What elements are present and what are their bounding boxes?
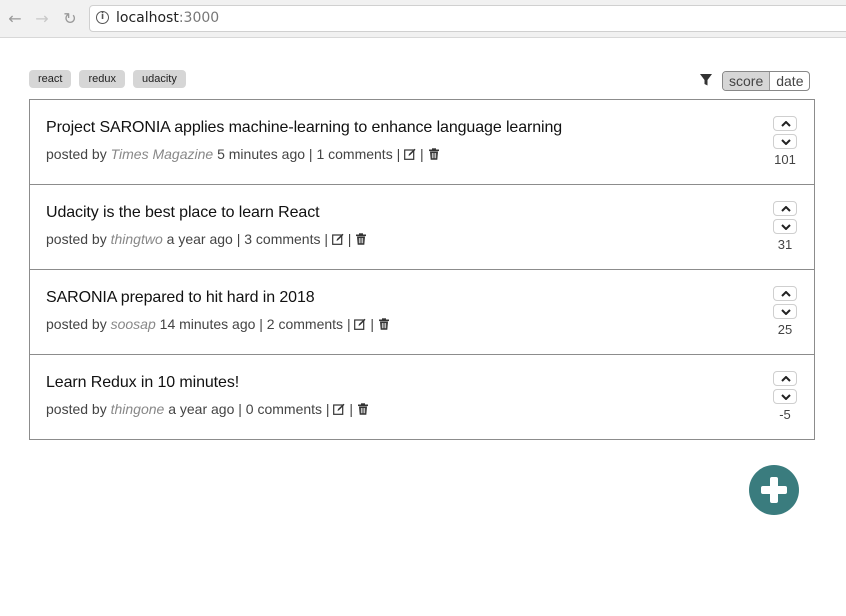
sort-toggle: score date: [722, 71, 811, 91]
reload-icon[interactable]: ↻: [60, 9, 80, 29]
upvote-button[interactable]: [773, 286, 797, 301]
post-time-comments: a year ago | 0 comments |: [164, 401, 334, 417]
delete-icon[interactable]: [428, 148, 440, 160]
sort-score-button[interactable]: score: [723, 72, 771, 90]
post-title[interactable]: Learn Redux in 10 minutes!: [46, 374, 239, 392]
post-title[interactable]: Udacity is the best place to learn React: [46, 204, 320, 222]
posted-by-label: posted by: [46, 316, 111, 332]
back-arrow-icon[interactable]: ←: [5, 9, 25, 29]
upvote-button[interactable]: [773, 201, 797, 216]
post-item: Udacity is the best place to learn React…: [30, 185, 814, 270]
tag-redux[interactable]: redux: [79, 70, 125, 88]
filter-icon[interactable]: [699, 73, 713, 87]
vote-score: 31: [777, 237, 793, 252]
edit-icon[interactable]: [332, 233, 344, 245]
post-title[interactable]: SARONIA prepared to hit hard in 2018: [46, 289, 315, 307]
tag-react[interactable]: react: [29, 70, 72, 88]
post-time-comments: a year ago | 3 comments |: [162, 231, 332, 247]
chevron-down-icon: [781, 394, 791, 400]
vote-score: 25: [777, 322, 793, 337]
post-time-comments: 5 minutes ago | 1 comments |: [213, 146, 405, 162]
vote-control: 101: [771, 116, 799, 167]
vote-control: -5: [771, 371, 799, 422]
chevron-down-icon: [781, 309, 791, 315]
tag-udacity[interactable]: udacity: [133, 70, 186, 88]
post-author: soosap: [110, 316, 156, 332]
vote-score: -5: [779, 407, 791, 422]
post-meta: posted by thingone a year ago | 0 commen…: [46, 401, 369, 417]
vote-score: 101: [774, 152, 796, 167]
post-author: Times Magazine: [110, 146, 214, 162]
upvote-button[interactable]: [773, 116, 797, 131]
post-item: Learn Redux in 10 minutes! posted by thi…: [30, 355, 814, 439]
browser-toolbar: ← → ↻ i localhost:3000: [0, 0, 846, 38]
downvote-button[interactable]: [773, 389, 797, 404]
post-title[interactable]: Project SARONIA applies machine-learning…: [46, 119, 562, 137]
chevron-up-icon: [781, 291, 791, 297]
downvote-button[interactable]: [773, 304, 797, 319]
chevron-up-icon: [781, 121, 791, 127]
post-meta: posted by soosap 14 minutes ago | 2 comm…: [46, 316, 390, 332]
vote-control: 25: [771, 286, 799, 337]
delete-icon[interactable]: [357, 403, 369, 415]
vote-control: 31: [771, 201, 799, 252]
post-author: thingtwo: [110, 231, 163, 247]
post-meta: posted by Times Magazine 5 minutes ago |…: [46, 146, 440, 162]
post-item: Project SARONIA applies machine-learning…: [30, 100, 814, 185]
posted-by-label: posted by: [46, 401, 111, 417]
edit-icon[interactable]: [354, 318, 366, 330]
meta-separator: |: [345, 401, 357, 417]
chevron-down-icon: [781, 224, 791, 230]
post-list: Project SARONIA applies machine-learning…: [29, 99, 815, 440]
posted-by-label: posted by: [46, 146, 111, 162]
delete-icon[interactable]: [355, 233, 367, 245]
meta-separator: |: [366, 316, 378, 332]
post-author: thingone: [110, 401, 165, 417]
address-bar[interactable]: i localhost:3000: [89, 5, 846, 32]
post-meta: posted by thingtwo a year ago | 3 commen…: [46, 231, 367, 247]
url-text[interactable]: localhost:3000: [116, 10, 219, 26]
tag-list: react redux udacity: [29, 70, 186, 88]
meta-separator: |: [343, 231, 356, 247]
delete-icon[interactable]: [378, 318, 390, 330]
edit-icon[interactable]: [404, 148, 416, 160]
chevron-down-icon: [781, 139, 791, 145]
post-time-comments: 14 minutes ago | 2 comments |: [155, 316, 355, 332]
chevron-up-icon: [781, 206, 791, 212]
downvote-button[interactable]: [773, 219, 797, 234]
posted-by-label: posted by: [46, 231, 111, 247]
forward-arrow-icon[interactable]: →: [32, 9, 52, 29]
chevron-up-icon: [781, 376, 791, 382]
info-icon[interactable]: i: [96, 11, 109, 24]
post-item: SARONIA prepared to hit hard in 2018 pos…: [30, 270, 814, 355]
edit-icon[interactable]: [333, 403, 345, 415]
meta-separator: |: [416, 146, 428, 162]
sort-date-button[interactable]: date: [770, 72, 809, 90]
upvote-button[interactable]: [773, 371, 797, 386]
add-post-button[interactable]: [749, 465, 799, 515]
downvote-button[interactable]: [773, 134, 797, 149]
